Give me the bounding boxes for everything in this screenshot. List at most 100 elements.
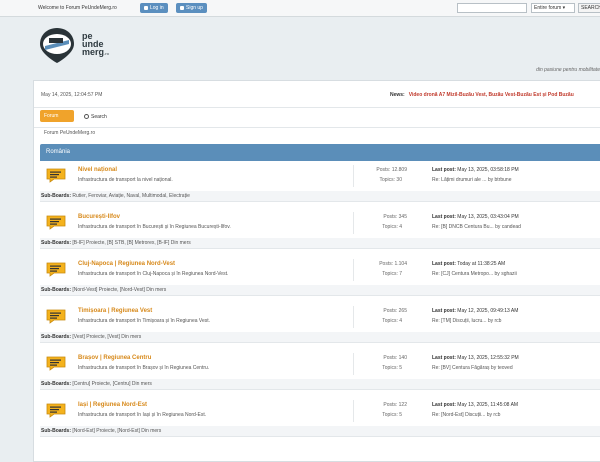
board-title[interactable]: Iași | Regiunea Nord-Est <box>78 402 147 408</box>
board-title[interactable]: Cluj-Napoca | Regiunea Nord-Vest <box>78 261 175 267</box>
date-news-bar: May 14, 2025, 12:04:57 PM News: Video dro… <box>34 81 600 108</box>
last-post-label: Last post: <box>432 261 456 267</box>
current-date: May 14, 2025, 12:04:57 PM <box>41 92 103 98</box>
divider <box>353 353 354 375</box>
last-post-timestamp[interactable]: May 13, 2025, 11:45:08 AM <box>457 402 518 408</box>
divider <box>353 306 354 328</box>
divider <box>353 212 354 234</box>
board-description: Infrastructura de transport în Cluj-Napo… <box>78 271 229 277</box>
tab-search[interactable]: Search <box>84 114 107 120</box>
board-row: Brașov | Regiunea Centru Infrastructura d… <box>40 349 600 380</box>
last-post-date: Last post: May 13, 2025, 12:55:32 PM <box>432 355 519 361</box>
sub-boards-links[interactable]: [Nord-Est] Proiecte, [Nord-Est] Din mers <box>72 428 161 434</box>
sub-boards-label: Sub-Boards: <box>41 287 71 293</box>
board-description: Infrastructura de transport în Iași și î… <box>78 412 207 418</box>
last-post-date: Last post: May 13, 2025, 11:45:08 AM <box>432 402 518 408</box>
sub-boards: Sub-Boards: [Vest] Proiecte, [Vest] Din … <box>40 332 600 343</box>
board-title[interactable]: București-Ilfov <box>78 214 120 220</box>
last-post-topic[interactable]: Re: [BV] Centura Făgăraș by teoved <box>432 365 513 371</box>
search-scope-value: Entire forum <box>534 5 562 11</box>
location-pin-icon <box>40 28 74 63</box>
sub-boards-label: Sub-Boards: <box>41 428 71 434</box>
speech-bubble-icon <box>46 356 66 371</box>
board-posts: Posts: 345 <box>383 214 407 220</box>
search-input[interactable] <box>457 3 527 13</box>
board-description: Infrastructura de transport în Brașov și… <box>78 365 210 371</box>
sub-boards-label: Sub-Boards: <box>41 334 71 340</box>
speech-bubble-icon <box>46 262 66 277</box>
last-post-topic[interactable]: Re: [B] DNCB Centura Bu... by candead <box>432 224 521 230</box>
board-topics: Topics: 5 <box>382 412 402 418</box>
board-description: Infrastructura de transport la nivel naț… <box>78 177 173 183</box>
welcome-text: Welcome to Forum PeUndeMerg.ro <box>38 5 117 11</box>
last-post-topic[interactable]: Re: Lățimi drumuri ale ... by btrbune <box>432 177 511 183</box>
sub-boards-links[interactable]: [Centru] Proiecte, [Centru] Din mers <box>72 381 151 387</box>
speech-bubble-icon <box>46 215 66 230</box>
search-scope-select[interactable]: Entire forum ▾ <box>531 3 575 13</box>
login-label: Log in <box>150 5 164 11</box>
board-topics: Topics: 4 <box>382 318 402 324</box>
board-row: Timișoara | Regiunea Vest Infrastructura … <box>40 302 600 333</box>
last-post-date: Last post: May 13, 2025, 03:43:04 PM <box>432 214 519 220</box>
news-label: News: <box>390 92 405 98</box>
last-post-topic[interactable]: Re: [CJ] Centura Metropo... by sghazii <box>432 271 517 277</box>
user-icon <box>180 5 184 10</box>
sub-boards: Sub-Boards: [Nord-Vest] Proiecte, [Nord-… <box>40 285 600 296</box>
last-post-topic[interactable]: Re: [TM] Discuții, lucru... by rcb <box>432 318 501 324</box>
tab-forum-label: Forum <box>44 113 59 119</box>
board-description: Infrastructura de transport în București… <box>78 224 231 230</box>
last-post-timestamp[interactable]: May 12, 2025, 09:49:13 AM <box>457 308 518 314</box>
last-post-date: Last post: May 12, 2025, 09:49:13 AM <box>432 308 518 314</box>
tab-forum[interactable]: Forum <box>40 110 74 122</box>
board-title[interactable]: Brașov | Regiunea Centru <box>78 355 151 361</box>
last-post-label: Last post: <box>432 355 456 361</box>
divider <box>353 400 354 422</box>
board-posts: Posts: 140 <box>383 355 407 361</box>
signup-label: Sign up <box>186 5 203 11</box>
last-post-date: Last post: Today at 11:38:25 AM <box>432 261 505 267</box>
speech-bubble-icon <box>46 168 66 183</box>
sub-boards-links[interactable]: [B-IF] Proiecte, [B] STB, [B] Metrorex, … <box>72 240 190 246</box>
board-row: Iași | Regiunea Nord-Est Infrastructura d… <box>40 396 600 427</box>
speech-bubble-icon <box>46 309 66 324</box>
board-topics: Topics: 4 <box>382 224 402 230</box>
login-button[interactable]: Log in <box>140 3 168 13</box>
last-post-timestamp[interactable]: May 13, 2025, 12:55:32 PM <box>457 355 518 361</box>
last-post-topic[interactable]: Re: [Nord-Est] Discuții... by rcb <box>432 412 500 418</box>
last-post-date: Last post: May 13, 2025, 03:58:18 PM <box>432 167 519 173</box>
board-posts: Posts: 1.104 <box>379 261 407 267</box>
search-button[interactable]: SEARCH <box>578 3 600 13</box>
board-row: Cluj-Napoca | Regiunea Nord-Vest Infrastr… <box>40 255 600 286</box>
board-title[interactable]: Timișoara | Regiunea Vest <box>78 308 152 314</box>
sub-boards-label: Sub-Boards: <box>41 381 71 387</box>
tab-search-label: Search <box>91 114 107 120</box>
logo-line3: merg <box>82 47 105 57</box>
top-bar: Welcome to Forum PeUndeMerg.ro Log in Si… <box>0 0 600 17</box>
last-post-timestamp[interactable]: May 13, 2025, 03:43:04 PM <box>457 214 518 220</box>
board-posts: Posts: 265 <box>383 308 407 314</box>
news-link[interactable]: Video dronă A7 Mizil-Buzău Vest, Buzău V… <box>409 92 574 98</box>
board-topics: Topics: 30 <box>379 177 402 183</box>
board-description: Infrastructura de transport în Timișoara… <box>78 318 211 324</box>
sub-boards: Sub-Boards: [B-IF] Proiecte, [B] STB, [B… <box>40 238 600 249</box>
signup-button[interactable]: Sign up <box>176 3 207 13</box>
board-title[interactable]: Nivel național <box>78 167 117 173</box>
last-post-timestamp[interactable]: May 13, 2025, 03:58:18 PM <box>457 167 518 173</box>
last-post-label: Last post: <box>432 308 456 314</box>
sub-boards-label: Sub-Boards: <box>41 240 71 246</box>
sub-boards-links[interactable]: [Nord-Vest] Proiecte, [Nord-Vest] Din me… <box>72 287 166 293</box>
last-post-label: Last post: <box>432 214 456 220</box>
sub-boards-links[interactable]: [Vest] Proiecte, [Vest] Din mers <box>72 334 141 340</box>
divider <box>353 165 354 187</box>
nav-tabs: Forum Search <box>34 107 600 128</box>
divider <box>353 259 354 281</box>
breadcrumb[interactable]: Forum PeUndeMerg.ro <box>44 130 95 136</box>
logo-wordmark: pe unde merg.ro <box>82 32 109 58</box>
last-post-timestamp[interactable]: Today at 11:38:25 AM <box>457 261 505 267</box>
search-icon <box>84 114 89 120</box>
sub-boards-links[interactable]: Rutier, Feroviar, Aviație, Naval, Multim… <box>72 193 189 199</box>
last-post-label: Last post: <box>432 167 456 173</box>
sub-boards: Sub-Boards: Rutier, Feroviar, Aviație, N… <box>40 191 600 202</box>
board-posts: Posts: 122 <box>383 402 407 408</box>
category-header[interactable]: România <box>40 144 600 161</box>
